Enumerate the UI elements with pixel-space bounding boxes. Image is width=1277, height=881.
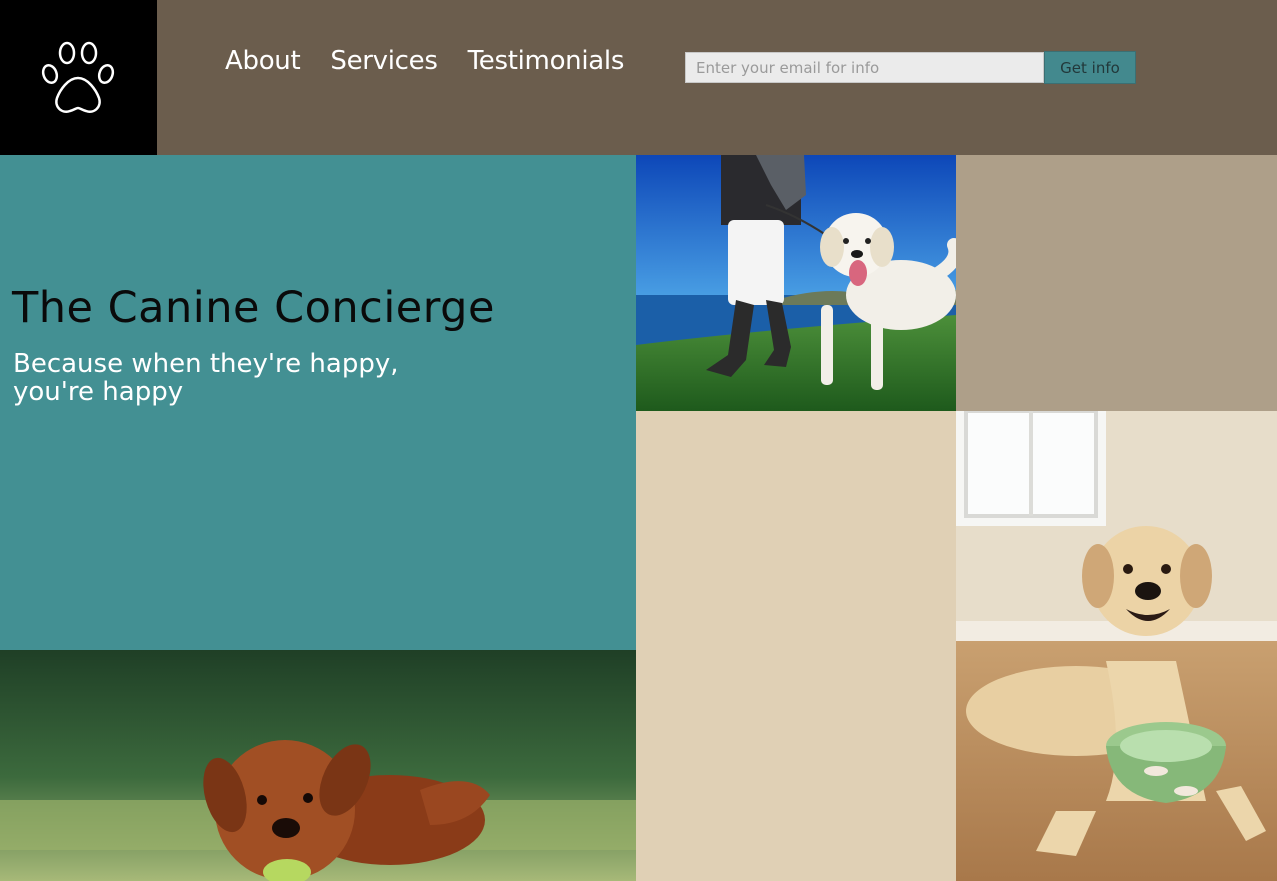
paw-icon bbox=[41, 41, 115, 113]
color-tile-beige bbox=[636, 411, 956, 881]
dog-walking-photo bbox=[636, 155, 956, 411]
labrador-bowl-photo bbox=[956, 411, 1277, 881]
hero-subtitle: Because when they're happy, you're happy bbox=[13, 349, 399, 407]
get-info-button[interactable]: Get info bbox=[1044, 51, 1136, 84]
hero-title: The Canine Concierge bbox=[12, 283, 495, 333]
retriever-ball-photo bbox=[0, 650, 636, 881]
color-tile-taupe bbox=[956, 155, 1277, 411]
main-nav: About Services Testimonials bbox=[225, 46, 654, 76]
page: About Services Testimonials Get info The… bbox=[0, 0, 1277, 881]
email-input[interactable] bbox=[685, 52, 1044, 83]
nav-about[interactable]: About bbox=[225, 46, 301, 76]
site-header: About Services Testimonials Get info bbox=[0, 0, 1277, 155]
hero-panel: The Canine Concierge Because when they'r… bbox=[0, 155, 636, 650]
nav-testimonials[interactable]: Testimonials bbox=[468, 46, 625, 76]
logo[interactable] bbox=[0, 0, 157, 155]
nav-services[interactable]: Services bbox=[330, 46, 438, 76]
